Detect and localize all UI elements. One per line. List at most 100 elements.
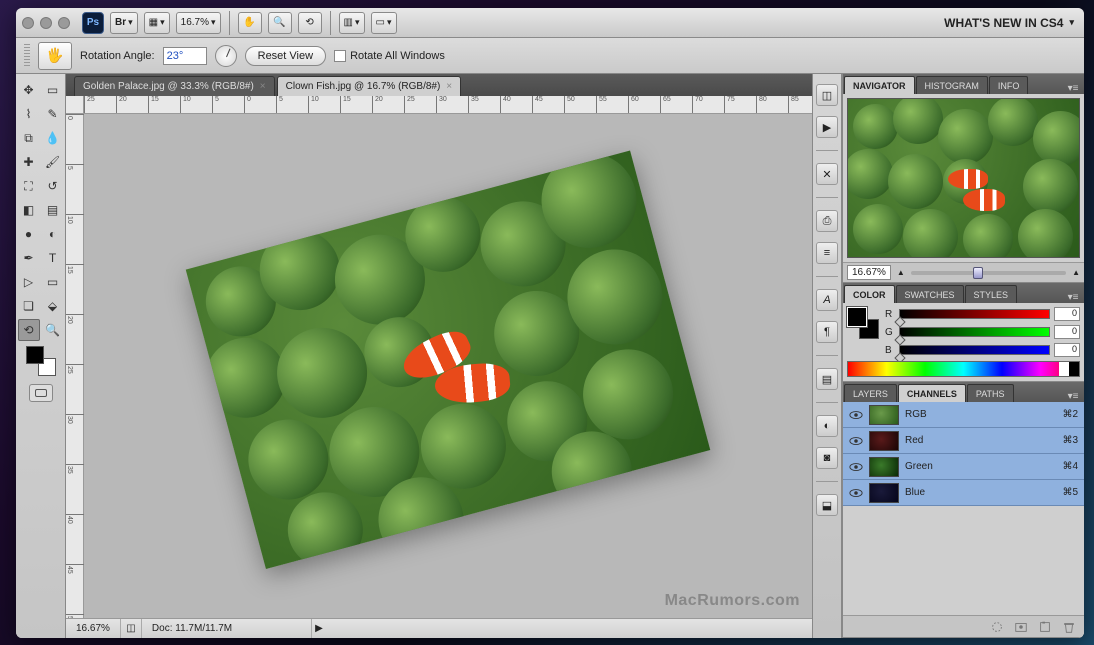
workspace-switcher[interactable]: WHAT'S NEW IN CS4 [944,16,1078,30]
minimize-window-button[interactable] [40,17,52,29]
panel-icon[interactable]: ⬓ [816,494,838,516]
panel-menu-icon[interactable]: ▾≡ [1065,291,1081,303]
channel-row[interactable]: RGB⌘2 [843,402,1084,428]
panel-icon[interactable]: A [816,289,838,311]
tab-layers[interactable]: LAYERS [844,384,897,402]
rotation-dial[interactable] [215,45,237,67]
close-tab-icon[interactable]: × [260,81,266,92]
hand-tool-button[interactable]: ✋ [238,12,262,34]
visibility-icon[interactable] [849,460,863,474]
pen-tool[interactable]: ✒ [18,247,40,269]
eraser-tool[interactable]: ◧ [18,199,40,221]
status-doc-info[interactable]: Doc: 11.7M/11.7M [142,619,312,638]
close-tab-icon[interactable]: × [446,81,452,92]
channel-row[interactable]: Blue⌘5 [843,480,1084,506]
rotate-all-windows-checkbox[interactable]: Rotate All Windows [334,50,445,62]
panel-icon[interactable]: ⎙ [816,210,838,232]
navigator-thumbnail[interactable] [847,98,1080,258]
status-menu-arrow[interactable]: ▶ [312,623,326,634]
zoom-window-button[interactable] [58,17,70,29]
gradient-tool[interactable]: ▤ [42,199,64,221]
app-icon[interactable]: Ps [82,12,104,34]
screen-mode-button[interactable]: ▭ [371,12,397,34]
rotate-view-button[interactable]: ⟲ [298,12,322,34]
path-select-tool[interactable]: ▷ [18,271,40,293]
tab-swatches[interactable]: SWATCHES [896,285,964,303]
eyedropper-tool[interactable]: 💧 [42,127,64,149]
healing-tool[interactable]: ✚ [18,151,40,173]
tab-info[interactable]: INFO [989,76,1029,94]
close-window-button[interactable] [22,17,34,29]
ruler-origin[interactable] [66,96,84,114]
quick-mask-toggle[interactable] [29,384,53,402]
tab-color[interactable]: COLOR [844,285,895,303]
panel-icon[interactable]: ✕ [816,163,838,185]
canvas[interactable]: MacRumors.com [84,114,812,618]
r-value[interactable]: 0 [1054,307,1080,321]
document-tab[interactable]: Clown Fish.jpg @ 16.7% (RGB/8#) × [277,76,462,96]
rotate-view-tool[interactable]: ⟲ [18,319,40,341]
tab-navigator[interactable]: NAVIGATOR [844,76,915,94]
foreground-background-colors[interactable] [26,346,56,376]
crop-tool[interactable]: ⧉ [18,127,40,149]
load-selection-icon[interactable] [990,620,1004,634]
tab-styles[interactable]: STYLES [965,285,1018,303]
status-icon[interactable]: ◫ [121,619,142,638]
save-selection-icon[interactable] [1014,620,1028,634]
navigator-zoom-value[interactable]: 16.67% [847,265,891,280]
3d-camera-tool[interactable]: ⬙ [42,295,64,317]
visibility-icon[interactable] [849,408,863,422]
selection-tool[interactable]: ▭ [42,79,64,101]
move-tool[interactable]: ✥ [18,79,40,101]
reset-view-button[interactable]: Reset View [245,46,326,66]
panel-icon[interactable]: ▶ [816,116,838,138]
zoom-level-dropdown[interactable]: 16.7% [176,12,221,34]
visibility-icon[interactable] [849,434,863,448]
navigator-zoom-slider[interactable] [911,271,1066,275]
b-value[interactable]: 0 [1054,343,1080,357]
panel-icon[interactable]: ◫ [816,84,838,106]
foreground-color-swatch[interactable] [26,346,44,364]
bridge-button[interactable]: Br [110,12,138,34]
horizontal-ruler[interactable]: 2520151050510152025303540455055606570758… [84,96,812,114]
blur-tool[interactable]: ● [18,223,40,245]
zoom-tool-button[interactable]: 🔍 [268,12,292,34]
arrange-documents-button[interactable]: ▥ [339,12,365,34]
quick-select-tool[interactable]: ✎ [42,103,64,125]
dodge-tool[interactable]: ◐ [42,223,64,245]
tab-paths[interactable]: PATHS [967,384,1014,402]
delete-channel-icon[interactable] [1062,620,1076,634]
tab-channels[interactable]: CHANNELS [898,384,966,402]
options-grip[interactable] [24,44,30,68]
color-swatch-pair[interactable] [847,307,879,339]
channel-row[interactable]: Red⌘3 [843,428,1084,454]
zoom-in-icon[interactable]: ▲ [1072,268,1080,277]
g-slider[interactable] [899,327,1050,337]
stamp-tool[interactable]: ⛶ [18,175,40,197]
history-brush-tool[interactable]: ↺ [42,175,64,197]
b-slider[interactable] [899,345,1050,355]
new-channel-icon[interactable] [1038,620,1052,634]
status-zoom[interactable]: 16.67% [66,619,121,638]
panel-icon[interactable]: ≡ [816,242,838,264]
view-extras-button[interactable]: ▦ [144,12,170,34]
panel-icon[interactable]: ◙ [816,447,838,469]
rotation-angle-input[interactable] [163,47,207,65]
g-value[interactable]: 0 [1054,325,1080,339]
tab-histogram[interactable]: HISTOGRAM [916,76,988,94]
r-slider[interactable] [899,309,1050,319]
current-tool-preset[interactable]: 🖐 [38,42,72,70]
zoom-out-icon[interactable]: ▲ [897,268,905,277]
channel-row[interactable]: Green⌘4 [843,454,1084,480]
shape-tool[interactable]: ▭ [42,271,64,293]
panel-menu-icon[interactable]: ▾≡ [1065,82,1081,94]
lasso-tool[interactable]: ⌇ [18,103,40,125]
panel-icon[interactable]: ◐ [816,415,838,437]
3d-tool[interactable]: ❏ [18,295,40,317]
document-tab[interactable]: Golden Palace.jpg @ 33.3% (RGB/8#) × [74,76,275,96]
color-spectrum[interactable] [847,361,1080,377]
panel-icon[interactable]: ¶ [816,321,838,343]
type-tool[interactable]: T [42,247,64,269]
brush-tool[interactable]: 🖌 [42,151,64,173]
fg-color-swatch[interactable] [847,307,867,327]
